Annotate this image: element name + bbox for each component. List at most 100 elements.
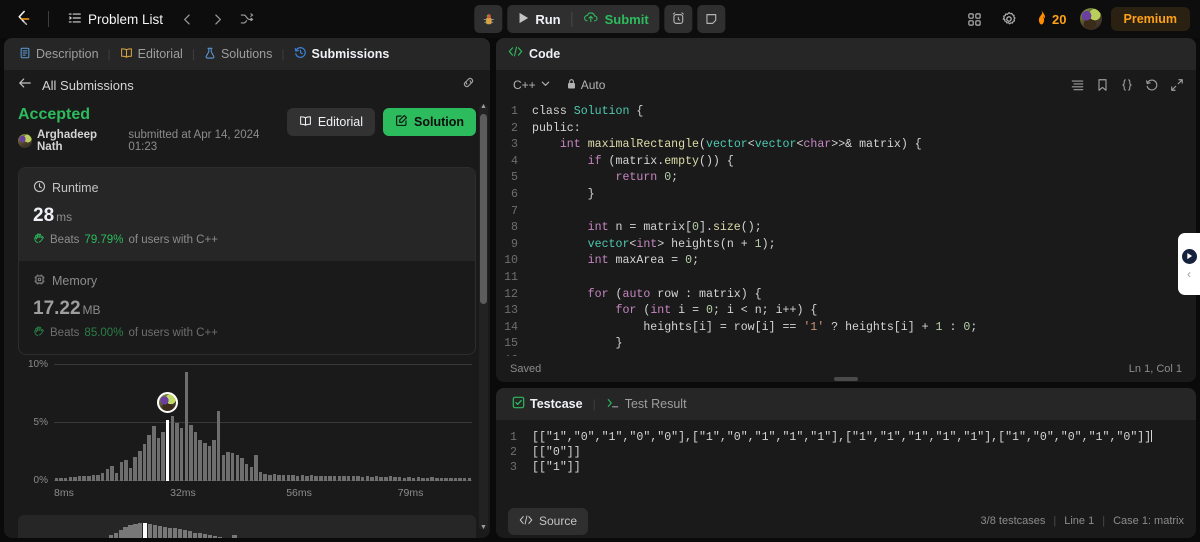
- bookmark-icon[interactable]: [1096, 78, 1109, 92]
- auto-lock-toggle[interactable]: Auto: [566, 78, 605, 93]
- tab-test-result[interactable]: Test Result: [602, 394, 691, 415]
- chart-bar[interactable]: [161, 432, 165, 481]
- chart-bar[interactable]: [179, 427, 184, 481]
- chart-bar[interactable]: [370, 476, 374, 481]
- grid-apps-icon[interactable]: [961, 6, 987, 32]
- chart-bar[interactable]: [203, 442, 207, 481]
- chart-bar[interactable]: [77, 476, 82, 481]
- chart-bar[interactable]: [207, 446, 212, 481]
- chart-bar[interactable]: [244, 463, 249, 481]
- chart-bar[interactable]: [268, 474, 272, 481]
- scrollbar-thumb[interactable]: [480, 114, 487, 304]
- code-editor-content[interactable]: 1 class Solution {2 public: 3 int maximalRe…: [496, 100, 1196, 356]
- run-button[interactable]: Run: [507, 5, 571, 33]
- testcase-line-text[interactable]: [["1"]]: [532, 460, 581, 475]
- chart-bar[interactable]: [458, 478, 462, 481]
- chart-bar[interactable]: [170, 416, 175, 481]
- chart-bar[interactable]: [407, 476, 411, 481]
- gear-icon[interactable]: [996, 6, 1022, 32]
- chart-bar[interactable]: [360, 476, 365, 481]
- chart-bar[interactable]: [319, 476, 323, 481]
- chart-bar[interactable]: [212, 440, 216, 481]
- chart-bar[interactable]: [87, 475, 91, 481]
- chart-bar[interactable]: [309, 475, 314, 481]
- chart-bar[interactable]: [398, 476, 402, 481]
- chart-bar[interactable]: [379, 476, 383, 481]
- expand-arrows-icon[interactable]: [1170, 78, 1184, 92]
- chart-bar[interactable]: [300, 475, 304, 481]
- chart-bar[interactable]: [305, 475, 309, 481]
- chart-bar[interactable]: [165, 419, 170, 481]
- link-chain-icon[interactable]: [461, 75, 476, 95]
- code-line-text[interactable]: vector<int> heights(n + 1);: [532, 237, 776, 254]
- tab-testcase[interactable]: Testcase: [508, 393, 587, 415]
- chart-bar[interactable]: [467, 478, 472, 481]
- chart-bar[interactable]: [133, 456, 137, 481]
- chart-bar[interactable]: [286, 475, 291, 481]
- alarm-clock-icon[interactable]: [664, 5, 693, 33]
- chart-bar[interactable]: [254, 455, 258, 481]
- floating-assistant-widget[interactable]: ‹: [1178, 233, 1200, 295]
- chart-bar[interactable]: [453, 477, 458, 481]
- code-line-text[interactable]: }: [532, 336, 622, 353]
- testcase-line-text[interactable]: [["0"]]: [532, 445, 581, 460]
- chart-bar[interactable]: [416, 476, 421, 481]
- code-line-text[interactable]: heights[i] = row[i] == '1' ? heights[i] …: [532, 320, 977, 337]
- chart-bar[interactable]: [198, 440, 202, 481]
- chart-bar[interactable]: [314, 475, 318, 481]
- code-line-text[interactable]: for (int i = 0; i < n; i++) {: [532, 303, 818, 320]
- code-line-text[interactable]: return 0;: [532, 170, 679, 187]
- chart-bar[interactable]: [439, 477, 444, 481]
- chart-bar[interactable]: [421, 477, 425, 481]
- chart-bar[interactable]: [193, 432, 198, 481]
- scroll-down-arrow[interactable]: ▼: [480, 524, 487, 531]
- chart-bar[interactable]: [374, 476, 379, 481]
- code-line-text[interactable]: }: [532, 187, 595, 204]
- chart-bar[interactable]: [346, 475, 351, 481]
- code-line-text[interactable]: int n = matrix[0].size();: [532, 220, 762, 237]
- chart-bar[interactable]: [124, 460, 128, 481]
- chart-bar[interactable]: [59, 477, 63, 481]
- chart-bar[interactable]: [272, 474, 277, 481]
- tab-submissions[interactable]: Submissions: [289, 43, 395, 65]
- testcase-line-text[interactable]: [["1","0","1","0","0"],["1","0","1","1",…: [532, 430, 1151, 445]
- chart-bar[interactable]: [277, 475, 281, 481]
- testcase-content[interactable]: 1 [["1","0","1","0","0"],["1","0","1","1"…: [496, 420, 1196, 504]
- code-line-text[interactable]: if (matrix.empty()) {: [532, 154, 734, 171]
- chart-bar[interactable]: [63, 477, 68, 481]
- chart-bar[interactable]: [435, 477, 439, 481]
- streak-counter[interactable]: 20: [1031, 7, 1070, 31]
- chart-bar[interactable]: [217, 411, 221, 481]
- chart-bar[interactable]: [152, 426, 156, 481]
- chart-bar[interactable]: [105, 469, 110, 481]
- chart-bar[interactable]: [138, 450, 142, 481]
- chart-bar[interactable]: [449, 478, 453, 481]
- submission-detail-scroll[interactable]: Accepted Arghadeep Nath submitted at Apr…: [4, 100, 490, 538]
- tab-description[interactable]: Description: [14, 44, 104, 65]
- shuffle-icon[interactable]: [234, 6, 260, 32]
- chart-bar[interactable]: [128, 468, 133, 481]
- chart-bar[interactable]: [73, 476, 77, 481]
- chart-bar[interactable]: [221, 455, 226, 481]
- chart-bar[interactable]: [258, 471, 263, 481]
- chart-bar[interactable]: [263, 474, 267, 481]
- chart-bar[interactable]: [402, 477, 407, 481]
- code-line-text[interactable]: int maxArea = 0;: [532, 253, 699, 270]
- submission-username[interactable]: Arghadeep Nath: [37, 129, 123, 153]
- memory-stat-block[interactable]: Memory 17.22 MB Beats 85.00% of users wi…: [19, 261, 475, 354]
- avatar[interactable]: [1079, 8, 1102, 30]
- chart-bar[interactable]: [425, 477, 430, 481]
- source-button[interactable]: Source: [508, 507, 589, 535]
- chart-bar[interactable]: [54, 478, 59, 481]
- submit-button[interactable]: Submit: [573, 5, 660, 33]
- language-selector[interactable]: C++: [508, 75, 556, 95]
- code-line-text[interactable]: class Solution {: [532, 104, 643, 121]
- chart-bar[interactable]: [388, 476, 393, 481]
- chart-bar[interactable]: [68, 476, 72, 481]
- chevron-left-icon[interactable]: ‹: [1187, 268, 1191, 280]
- tab-solutions[interactable]: Solutions: [199, 44, 277, 65]
- reset-undo-icon[interactable]: [1145, 78, 1159, 92]
- chart-bar[interactable]: [110, 465, 114, 481]
- chart-bar[interactable]: [342, 476, 346, 481]
- code-line-text[interactable]: for (auto row : matrix) {: [532, 287, 762, 304]
